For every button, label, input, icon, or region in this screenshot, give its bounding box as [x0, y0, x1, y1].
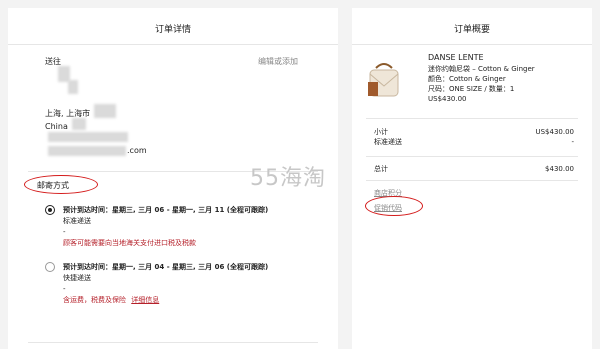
option2-note: 含运费，税费及保险 详细信息 — [63, 295, 159, 305]
option1-type: 标准递送 — [63, 217, 91, 225]
divider — [366, 118, 578, 119]
redacted-address — [68, 80, 78, 94]
express-delivery-radio[interactable] — [45, 262, 55, 272]
option1-eta: 预计到达时间：星期三, 三月 06 - 星期一, 三月 11 (全程可跟踪) — [63, 206, 269, 214]
option2-note-text: 含运费，税费及保险 — [63, 296, 126, 304]
total-label: 总计 — [374, 165, 388, 173]
order-details-title: 订单详情 — [154, 25, 191, 35]
total-value: $430.00 — [545, 165, 574, 173]
divider — [352, 44, 592, 45]
shipping-value: - — [571, 138, 574, 146]
product-color: 颜色：Cotton & Ginger — [428, 75, 506, 83]
address-country: China — [45, 122, 68, 131]
order-summary-panel: 订单概要 DANSE LENTE 迷你约翰尼袋 – Cotton & Ginge… — [352, 8, 592, 349]
option2-dash: - — [63, 285, 66, 293]
option2-type: 快捷递送 — [63, 274, 91, 282]
product-brand: DANSE LENTE — [428, 53, 484, 62]
option1-dash: - — [63, 228, 66, 236]
option2-eta: 预计到达时间：星期一, 三月 04 - 星期三, 三月 06 (全程可跟踪) — [63, 263, 269, 271]
divider — [366, 156, 578, 157]
option1-customs-note: 顾客可能需要向当地海关支付进口税及税款 — [63, 239, 196, 247]
product-name: 迷你约翰尼袋 – Cotton & Ginger — [428, 65, 535, 73]
divider — [28, 342, 318, 343]
product-size-qty: 尺码：ONE SIZE / 数量：1 — [428, 85, 515, 93]
redacted-line — [72, 118, 86, 130]
order-summary-title: 订单概要 — [453, 25, 490, 35]
standard-delivery-radio[interactable] — [45, 205, 55, 215]
details-link[interactable]: 详细信息 — [131, 296, 159, 304]
address-city: 上海, 上海市 — [45, 109, 91, 118]
redacted-district — [94, 104, 116, 118]
divider — [366, 180, 578, 181]
watermark: 55海淘 — [250, 166, 326, 191]
product-image — [368, 63, 399, 97]
subtotal-value: US$430.00 — [535, 128, 574, 136]
email-suffix: .com — [127, 146, 147, 155]
shipping-label: 标准递送 — [374, 138, 402, 146]
redacted-phone — [48, 132, 128, 142]
subtotal-label: 小计 — [374, 128, 388, 136]
edit-or-add-link[interactable]: 编辑或添加 — [258, 56, 298, 67]
highlight-circle — [24, 175, 98, 194]
highlight-circle — [365, 196, 423, 216]
product-price: US$430.00 — [428, 95, 467, 103]
redacted-email — [48, 146, 126, 156]
divider — [8, 44, 338, 45]
